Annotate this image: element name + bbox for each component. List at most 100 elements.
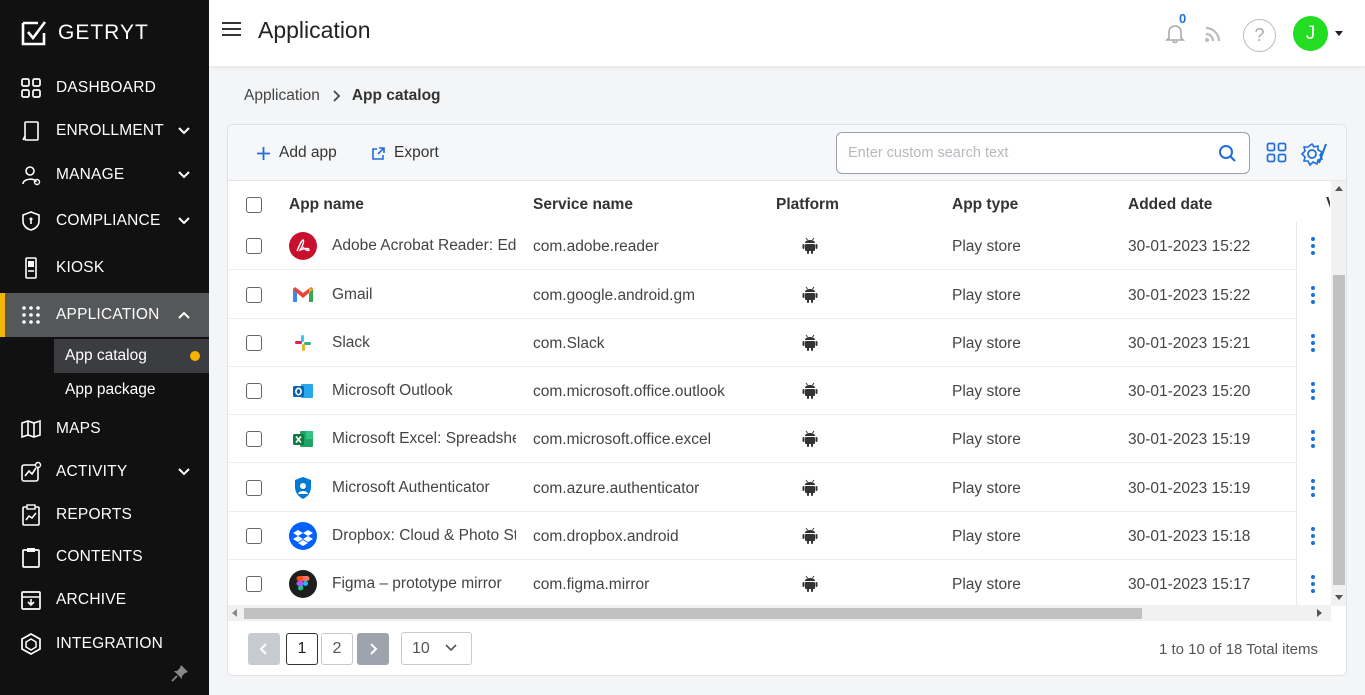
app-name[interactable]: Dropbox: Cloud & Photo Storage	[332, 527, 516, 545]
help-button[interactable]: ?	[1243, 19, 1276, 52]
sidebar-item-enrollment[interactable]: ENROLLMENT	[0, 109, 209, 153]
row-actions-kebab[interactable]	[1296, 319, 1328, 367]
table-row[interactable]: Dropbox: Cloud & Photo Storage com.dropb…	[228, 512, 1328, 560]
app-name[interactable]: Gmail	[332, 286, 516, 304]
app-type: Play store	[952, 528, 1021, 545]
row-actions-kebab[interactable]	[1296, 512, 1328, 560]
sidebar-item-application[interactable]: APPLICATION	[0, 293, 209, 337]
app-type: Play store	[952, 576, 1021, 593]
vertical-scroll-thumb[interactable]	[1333, 275, 1345, 585]
caret-down-icon[interactable]	[1335, 31, 1343, 36]
row-actions-kebab[interactable]	[1296, 367, 1328, 415]
sidebar-item-reports[interactable]: REPORTS	[0, 493, 209, 537]
sidebar-item-kiosk[interactable]: KIOSK	[0, 246, 209, 290]
row-checkbox[interactable]	[246, 238, 262, 254]
user-avatar[interactable]: J	[1293, 16, 1328, 51]
app-name[interactable]: Microsoft Authenticator	[332, 479, 516, 497]
app-name[interactable]: Microsoft Outlook	[332, 382, 516, 400]
sidebar-item-compliance[interactable]: COMPLIANCE	[0, 199, 209, 243]
sidebar-subitem-app-package[interactable]: App package	[54, 373, 209, 407]
kebab-menu-icon	[1310, 430, 1315, 448]
rss-feed-icon[interactable]	[1203, 24, 1223, 44]
row-actions-kebab[interactable]	[1296, 464, 1328, 512]
horizontal-scroll-thumb[interactable]	[244, 608, 1142, 619]
brand-logo[interactable]: GETRYT	[20, 18, 149, 48]
row-checkbox[interactable]	[246, 528, 262, 544]
table-row[interactable]: Figma – prototype mirror com.figma.mirro…	[228, 560, 1328, 608]
page-2-button[interactable]: 2	[321, 633, 353, 665]
authenticator-icon	[295, 477, 311, 499]
table-row[interactable]: Adobe Acrobat Reader: Edit PDF com.adobe…	[228, 222, 1328, 270]
sidebar-item-contents[interactable]: CONTENTS	[0, 535, 209, 579]
table-row[interactable]: Slack com.Slack Play store 30-01-2023 15…	[228, 319, 1328, 367]
sidebar-label: ENROLLMENT	[56, 122, 164, 139]
row-checkbox[interactable]	[246, 576, 262, 592]
row-checkbox[interactable]	[246, 335, 262, 351]
row-actions-kebab[interactable]	[1296, 271, 1328, 319]
search-icon[interactable]	[1218, 144, 1237, 163]
column-app-type[interactable]: App type	[952, 196, 1018, 214]
sidebar-subitem-app-catalog[interactable]: App catalog	[54, 339, 209, 373]
page-1-button[interactable]: 1	[286, 633, 318, 665]
table-row[interactable]: Microsoft Excel: Spreadsheets com.micros…	[228, 415, 1328, 463]
table-row[interactable]: Gmail com.google.android.gm Play store 3…	[228, 271, 1328, 319]
sidebar-label: DASHBOARD	[56, 79, 156, 96]
sidebar-item-dashboard[interactable]: DASHBOARD	[0, 66, 209, 110]
vertical-scrollbar[interactable]	[1331, 181, 1346, 606]
pin-icon[interactable]	[171, 664, 189, 682]
column-platform[interactable]: Platform	[776, 196, 839, 214]
app-name[interactable]: Slack	[332, 334, 516, 352]
row-checkbox[interactable]	[246, 287, 262, 303]
select-all-checkbox[interactable]	[246, 197, 262, 213]
app-name[interactable]: Microsoft Excel: Spreadsheets	[332, 430, 516, 448]
hamburger-menu-icon[interactable]	[222, 22, 241, 38]
row-actions-kebab[interactable]	[1296, 415, 1328, 463]
row-actions-kebab[interactable]	[1296, 560, 1328, 608]
column-service-name[interactable]: Service name	[533, 196, 633, 214]
column-settings-icon[interactable]	[1301, 140, 1328, 167]
sidebar-label: CONTENTS	[56, 548, 143, 565]
active-dot-icon	[190, 351, 200, 361]
app-name[interactable]: Adobe Acrobat Reader: Edit PDF	[332, 237, 516, 255]
sidebar-item-integration[interactable]: INTEGRATION	[0, 622, 209, 666]
next-page-button[interactable]	[357, 633, 389, 665]
row-checkbox[interactable]	[246, 431, 262, 447]
row-actions-kebab[interactable]	[1296, 222, 1328, 270]
row-checkbox[interactable]	[246, 383, 262, 399]
sidebar-item-maps[interactable]: MAPS	[0, 407, 209, 451]
grid-view-icon[interactable]	[1266, 142, 1287, 163]
pagination: 1 2 10 1 to 10 of 18 Total items	[228, 622, 1346, 675]
horizontal-scrollbar[interactable]	[228, 605, 1331, 621]
page-size-value: 10	[412, 639, 430, 657]
scroll-right-arrow-icon[interactable]	[1317, 609, 1322, 617]
notification-count-badge: 0	[1179, 11, 1187, 26]
sidebar-label: COMPLIANCE	[56, 212, 161, 229]
sidebar-item-manage[interactable]: MANAGE	[0, 153, 209, 197]
page-size-select[interactable]: 10	[401, 632, 472, 665]
excel-icon	[293, 431, 313, 447]
chevron-right-icon	[333, 90, 341, 102]
prev-page-button[interactable]	[248, 633, 280, 665]
gmail-icon	[293, 287, 313, 302]
scroll-up-arrow-icon[interactable]	[1335, 186, 1343, 191]
service-name: com.azure.authenticator	[533, 480, 700, 497]
table-row[interactable]: Microsoft Authenticator com.azure.authen…	[228, 464, 1328, 512]
scroll-down-arrow-icon[interactable]	[1335, 595, 1343, 600]
row-checkbox[interactable]	[246, 480, 262, 496]
column-added-date[interactable]: Added date	[1128, 196, 1212, 214]
search-input[interactable]	[848, 143, 1198, 163]
sidebar-item-activity[interactable]: ACTIVITY	[0, 450, 209, 494]
add-app-button[interactable]: Add app	[256, 143, 337, 163]
sidebar-item-archive[interactable]: ARCHIVE	[0, 578, 209, 622]
added-date: 30-01-2023 15:19	[1128, 431, 1251, 448]
column-app-name[interactable]: App name	[289, 196, 364, 214]
export-button[interactable]: Export	[371, 143, 439, 163]
breadcrumb-application[interactable]: Application	[244, 87, 320, 105]
scroll-left-arrow-icon[interactable]	[232, 609, 237, 617]
service-name: com.figma.mirror	[533, 576, 650, 593]
added-date: 30-01-2023 15:22	[1128, 238, 1251, 255]
table-row[interactable]: Microsoft Outlook com.microsoft.office.o…	[228, 367, 1328, 415]
added-date: 30-01-2023 15:22	[1128, 287, 1251, 304]
app-name[interactable]: Figma – prototype mirror	[332, 575, 516, 593]
integration-icon	[20, 633, 42, 655]
